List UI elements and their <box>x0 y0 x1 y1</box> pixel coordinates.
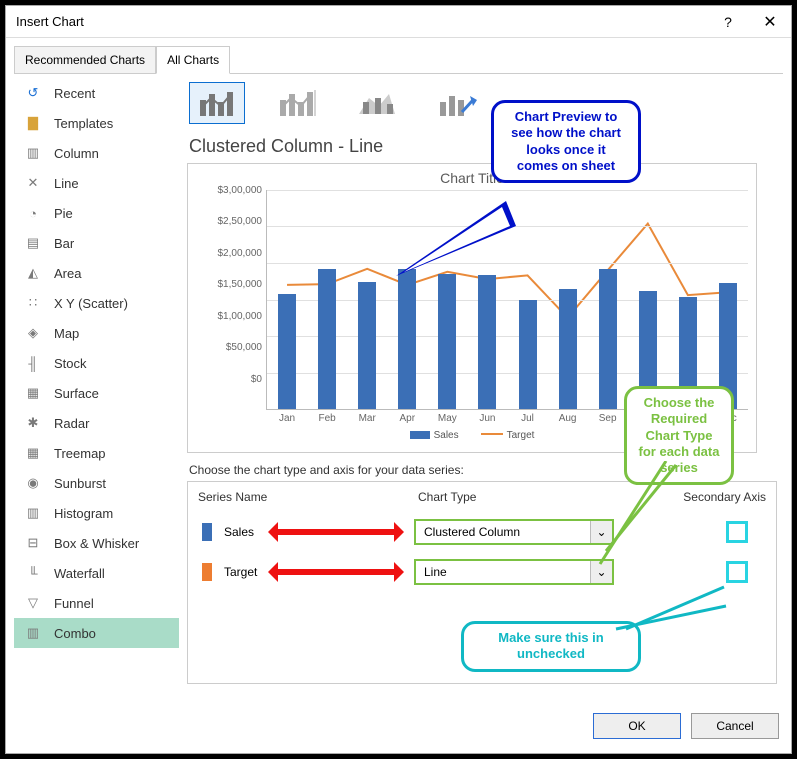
histogram-chart-icon: ▥ <box>22 503 44 523</box>
sidebar-item-funnel[interactable]: ▽Funnel <box>14 588 179 618</box>
legend-swatch-target <box>481 433 503 435</box>
sidebar-item-recent[interactable]: ↺Recent <box>14 78 179 108</box>
close-button[interactable]: ✕ <box>749 6 791 38</box>
surface-chart-icon: ▦ <box>22 383 44 403</box>
bar-Aug: Aug <box>548 190 588 409</box>
subtype-custom-combo[interactable] <box>429 82 485 124</box>
chart-category-sidebar: ↺Recent ▇Templates ▥Column ✕Line ◔Pie ▤B… <box>14 74 179 690</box>
line-chart-icon: ✕ <box>22 173 44 193</box>
tab-strip: Recommended Charts All Charts <box>6 38 791 74</box>
header-series-name: Series Name <box>198 490 418 504</box>
secondary-axis-checkbox-target[interactable] <box>726 561 748 583</box>
bar-May: May <box>427 190 467 409</box>
sidebar-item-treemap[interactable]: ▦Treemap <box>14 438 179 468</box>
subtype-icon-3 <box>357 88 397 118</box>
bar-Mar: Mar <box>347 190 387 409</box>
bar-Apr: Apr <box>387 190 427 409</box>
map-chart-icon: ◈ <box>22 323 44 343</box>
sidebar-item-waterfall[interactable]: ╙Waterfall <box>14 558 179 588</box>
sidebar-item-templates[interactable]: ▇Templates <box>14 108 179 138</box>
series-row-target: Target Line ⌄ <box>198 558 766 586</box>
window-title: Insert Chart <box>16 14 84 29</box>
stock-chart-icon: ╢ <box>22 353 44 373</box>
subtype-col-line-secondary[interactable] <box>269 82 325 124</box>
callout-preview: Chart Preview to see how the chart looks… <box>491 100 641 183</box>
pie-chart-icon: ◔ <box>22 203 44 223</box>
sidebar-item-bar[interactable]: ▤Bar <box>14 228 179 258</box>
callout-type: Choose the Required Chart Type for each … <box>624 386 734 485</box>
combo-chart-icon: ▥ <box>22 623 44 643</box>
legend-swatch-sales <box>410 431 430 439</box>
treemap-chart-icon: ▦ <box>22 443 44 463</box>
subtype-icon-1 <box>197 88 237 118</box>
series-row-sales: Sales Clustered Column ⌄ <box>198 518 766 546</box>
tab-recommended[interactable]: Recommended Charts <box>14 46 156 74</box>
bar-chart-icon: ▤ <box>22 233 44 253</box>
sidebar-item-histogram[interactable]: ▥Histogram <box>14 498 179 528</box>
chart-heading: Clustered Column - Line <box>189 136 777 157</box>
bar-Jul: Jul <box>507 190 547 409</box>
sunburst-chart-icon: ◉ <box>22 473 44 493</box>
chart-type-dropdown-target[interactable]: Line ⌄ <box>414 559 614 585</box>
sidebar-item-combo[interactable]: ▥Combo <box>14 618 179 648</box>
bar-Dec: Dec <box>708 190 748 409</box>
arrow-annotation <box>276 569 396 575</box>
boxwhisker-chart-icon: ⊟ <box>22 533 44 553</box>
bar-Feb: Feb <box>307 190 347 409</box>
waterfall-chart-icon: ╙ <box>22 563 44 583</box>
preview-title: Chart Title <box>196 170 748 186</box>
bar-Oct: Oct <box>628 190 668 409</box>
dialog-buttons: OK Cancel <box>6 699 791 753</box>
sidebar-item-box[interactable]: ⊟Box & Whisker <box>14 528 179 558</box>
bar-Nov: Nov <box>668 190 708 409</box>
subtype-icon-4 <box>437 88 477 118</box>
sidebar-item-scatter[interactable]: ∷X Y (Scatter) <box>14 288 179 318</box>
sidebar-item-line[interactable]: ✕Line <box>14 168 179 198</box>
bar-Sep: Sep <box>588 190 628 409</box>
y-axis: $3,00,000$2,50,000$2,00,000$1,50,000$1,0… <box>196 190 266 410</box>
bar-Jun: Jun <box>467 190 507 409</box>
chart-type-dropdown-sales[interactable]: Clustered Column ⌄ <box>414 519 614 545</box>
sidebar-item-map[interactable]: ◈Map <box>14 318 179 348</box>
area-chart-icon: ◭ <box>22 263 44 283</box>
combo-subtype-row <box>187 80 777 132</box>
sidebar-item-stock[interactable]: ╢Stock <box>14 348 179 378</box>
sidebar-item-surface[interactable]: ▦Surface <box>14 378 179 408</box>
sidebar-item-column[interactable]: ▥Column <box>14 138 179 168</box>
secondary-axis-checkbox-sales[interactable] <box>726 521 748 543</box>
column-chart-icon: ▥ <box>22 143 44 163</box>
header-secondary-axis: Secondary Axis <box>628 490 766 504</box>
radar-chart-icon: ✱ <box>22 413 44 433</box>
series-swatch-sales <box>202 523 212 541</box>
sidebar-item-radar[interactable]: ✱Radar <box>14 408 179 438</box>
tab-all-charts[interactable]: All Charts <box>156 46 230 74</box>
ok-button[interactable]: OK <box>593 713 681 739</box>
cancel-button[interactable]: Cancel <box>691 713 779 739</box>
chevron-down-icon: ⌄ <box>590 521 612 543</box>
sidebar-item-area[interactable]: ◭Area <box>14 258 179 288</box>
help-button[interactable]: ? <box>707 6 749 38</box>
sidebar-item-sunburst[interactable]: ◉Sunburst <box>14 468 179 498</box>
plot-area: JanFebMarAprMayJunJulAugSepOctNovDec <box>266 190 748 410</box>
funnel-chart-icon: ▽ <box>22 593 44 613</box>
folder-icon: ▇ <box>22 113 44 133</box>
chevron-down-icon: ⌄ <box>590 561 612 583</box>
callout-axis: Make sure this in unchecked <box>461 621 641 672</box>
sidebar-item-pie[interactable]: ◔Pie <box>14 198 179 228</box>
series-swatch-target <box>202 563 212 581</box>
subtype-col-line[interactable] <box>189 82 245 124</box>
bar-Jan: Jan <box>267 190 307 409</box>
titlebar: Insert Chart ? ✕ <box>6 6 791 38</box>
arrow-annotation <box>276 529 396 535</box>
subtype-icon-2 <box>277 88 317 118</box>
recent-icon: ↺ <box>22 83 44 103</box>
header-chart-type: Chart Type <box>418 490 628 504</box>
subtype-stacked-area-col[interactable] <box>349 82 405 124</box>
scatter-chart-icon: ∷ <box>22 293 44 313</box>
